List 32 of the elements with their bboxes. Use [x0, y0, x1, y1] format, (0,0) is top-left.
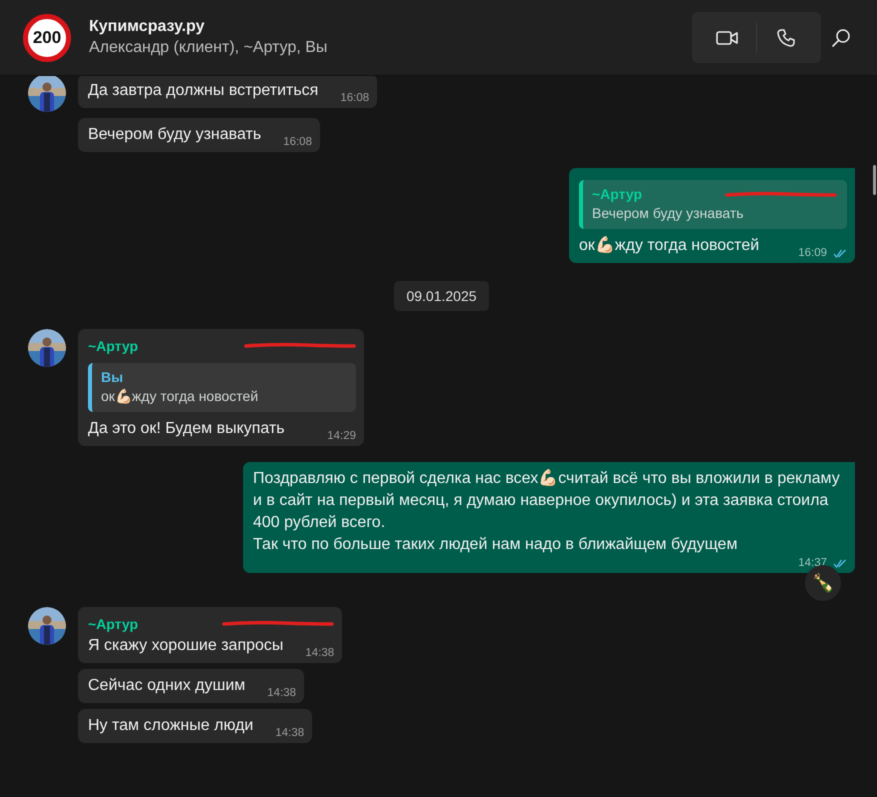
message-text: ок💪🏻жду тогда новостей	[579, 235, 760, 256]
sender-name: ~Артур	[88, 337, 138, 356]
video-camera-icon	[716, 28, 738, 46]
search-icon	[831, 28, 851, 48]
quote-author: Вы	[101, 368, 124, 387]
sender-name: ~Артур	[88, 615, 138, 634]
message-text: Да завтра должны встретиться	[88, 81, 318, 101]
message-time: 14:38	[305, 646, 334, 660]
chat-title: Купимсразу.ру	[89, 18, 206, 36]
phone-icon	[776, 28, 796, 48]
chat-members: Александр (клиент), ~Артур, Вы	[89, 39, 328, 57]
group-logo[interactable]: 200	[23, 14, 71, 62]
message-time: 16:08	[340, 91, 370, 105]
message-text: Ну там сложные люди	[88, 716, 254, 736]
quoted-message[interactable]: ~Артур Вечером буду узнавать	[579, 180, 847, 229]
message-time: 14:29	[327, 429, 356, 443]
message-text: Да это ок! Будем выкупать	[88, 419, 285, 439]
message-time: 16:08	[283, 135, 312, 149]
message-text: Вечером буду узнавать	[88, 125, 262, 145]
date-separator: 09.01.2025	[394, 281, 489, 311]
message-time: 14:38	[267, 686, 296, 700]
reaction-badge[interactable]: 🍾	[805, 565, 841, 601]
message-time: 14:38	[275, 726, 304, 740]
scrollbar-thumb[interactable]	[873, 165, 876, 195]
message-text: Поздравляю с первой сделка нас всех💪🏻считай всё что вы вложили в рекламу и в сайт на первый месяц, я думаю наверное окупилось) и эта заявка стоила 400 рублей всего. Так что по больше таких людей нам надо в ближайщем будущем	[253, 468, 841, 555]
quote-text: ок💪🏻жду тогда новостей	[101, 387, 260, 406]
message-text: Сейчас одних душим	[88, 676, 246, 696]
message-time: 16:09	[798, 246, 827, 260]
quoted-message[interactable]: Вы ок💪🏻жду тогда новостей	[88, 363, 356, 412]
message-text: Я скажу хорошие запросы	[88, 636, 284, 656]
quote-text: Вечером буду узнавать	[592, 204, 745, 223]
quote-author: ~Артур	[592, 185, 642, 204]
